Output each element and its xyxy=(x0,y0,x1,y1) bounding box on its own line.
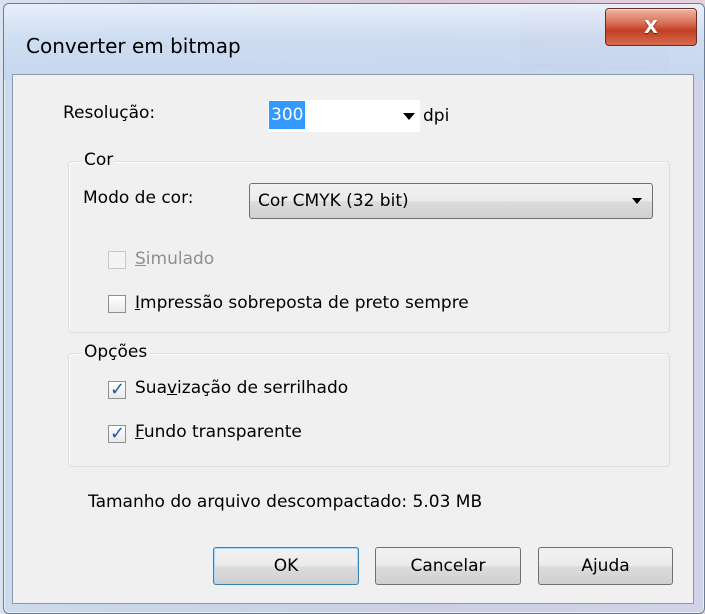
overprint-black-checkbox[interactable] xyxy=(108,295,126,313)
overprint-label-text: mpressão sobreposta de preto sempre xyxy=(140,293,469,313)
close-icon: X xyxy=(644,16,658,38)
transparent-bg-label-text: undo transparente xyxy=(143,422,302,442)
transparent-background-checkbox[interactable] xyxy=(108,423,126,444)
cancel-button[interactable]: Cancelar xyxy=(375,547,521,585)
chevron-down-icon[interactable] xyxy=(632,198,642,204)
resolution-value[interactable]: 300 xyxy=(269,101,306,129)
simulated-label-text: imulado xyxy=(145,249,215,269)
resolution-label: Resolução: xyxy=(63,103,156,123)
cancel-button-label: Cancelar xyxy=(410,556,486,576)
help-button-label: Ajuda xyxy=(581,556,630,576)
chevron-down-icon[interactable] xyxy=(403,113,415,120)
anti-alias-label: Suavização de serrilhado xyxy=(135,378,348,398)
close-button[interactable]: X xyxy=(605,8,697,46)
help-button[interactable]: Ajuda xyxy=(538,547,673,585)
color-mode-label: Modo de cor: xyxy=(83,188,194,208)
dialog-client-area: Resolução: 300 dpi Cor Modo de cor: Cor … xyxy=(12,74,694,604)
anti-alias-checkbox[interactable] xyxy=(108,379,126,400)
resolution-unit: dpi xyxy=(423,106,450,126)
file-size-text: Tamanho do arquivo descompactado: 5.03 M… xyxy=(88,492,483,512)
anti-alias-label-prefix: Sua xyxy=(135,378,167,398)
simulated-label-mnemonic: S xyxy=(135,249,146,269)
anti-alias-label-mnemonic: v xyxy=(166,378,178,398)
convert-to-bitmap-dialog: Converter em bitmap X Resolução: 300 dpi… xyxy=(3,3,705,614)
ok-button[interactable]: OK xyxy=(213,547,359,585)
transparent-bg-label-mnemonic: F xyxy=(135,422,144,442)
resolution-combobox[interactable]: 300 xyxy=(268,100,420,132)
color-mode-value: Cor CMYK (32 bit) xyxy=(258,191,409,211)
simulated-label: Simulado xyxy=(135,249,214,269)
color-mode-select[interactable]: Cor CMYK (32 bit) xyxy=(249,183,653,219)
simulated-checkbox[interactable] xyxy=(108,251,126,269)
transparent-background-label: Fundo transparente xyxy=(135,422,302,442)
overprint-black-label: Impressão sobreposta de preto sempre xyxy=(135,293,469,313)
ok-button-label: OK xyxy=(273,556,299,576)
options-group-title: Opções xyxy=(81,342,151,362)
dialog-title: Converter em bitmap xyxy=(26,34,241,58)
options-groupbox: Opções xyxy=(68,342,670,467)
anti-alias-label-text: ização de serrilhado xyxy=(177,378,349,398)
color-group-title: Cor xyxy=(81,150,117,170)
